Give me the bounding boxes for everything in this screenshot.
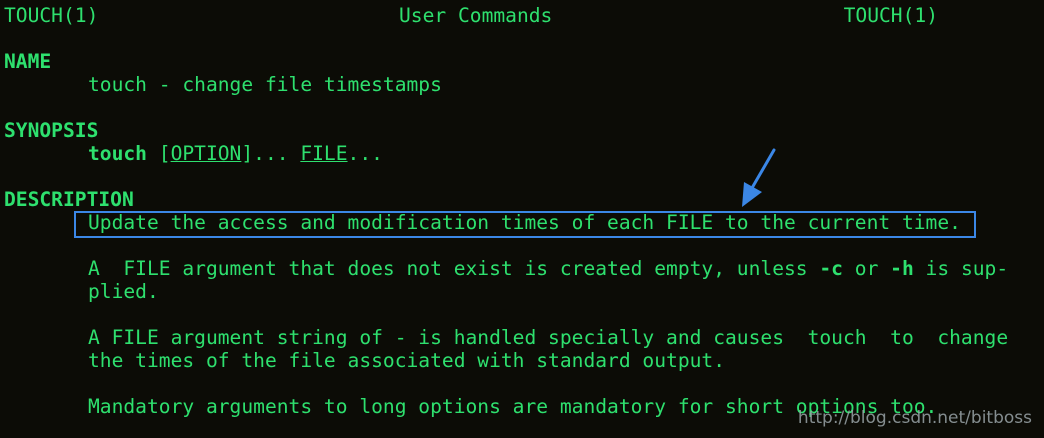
annotation-arrow-icon xyxy=(742,148,776,207)
watermark: http://blog.csdn.net/bitboss xyxy=(797,408,1032,428)
